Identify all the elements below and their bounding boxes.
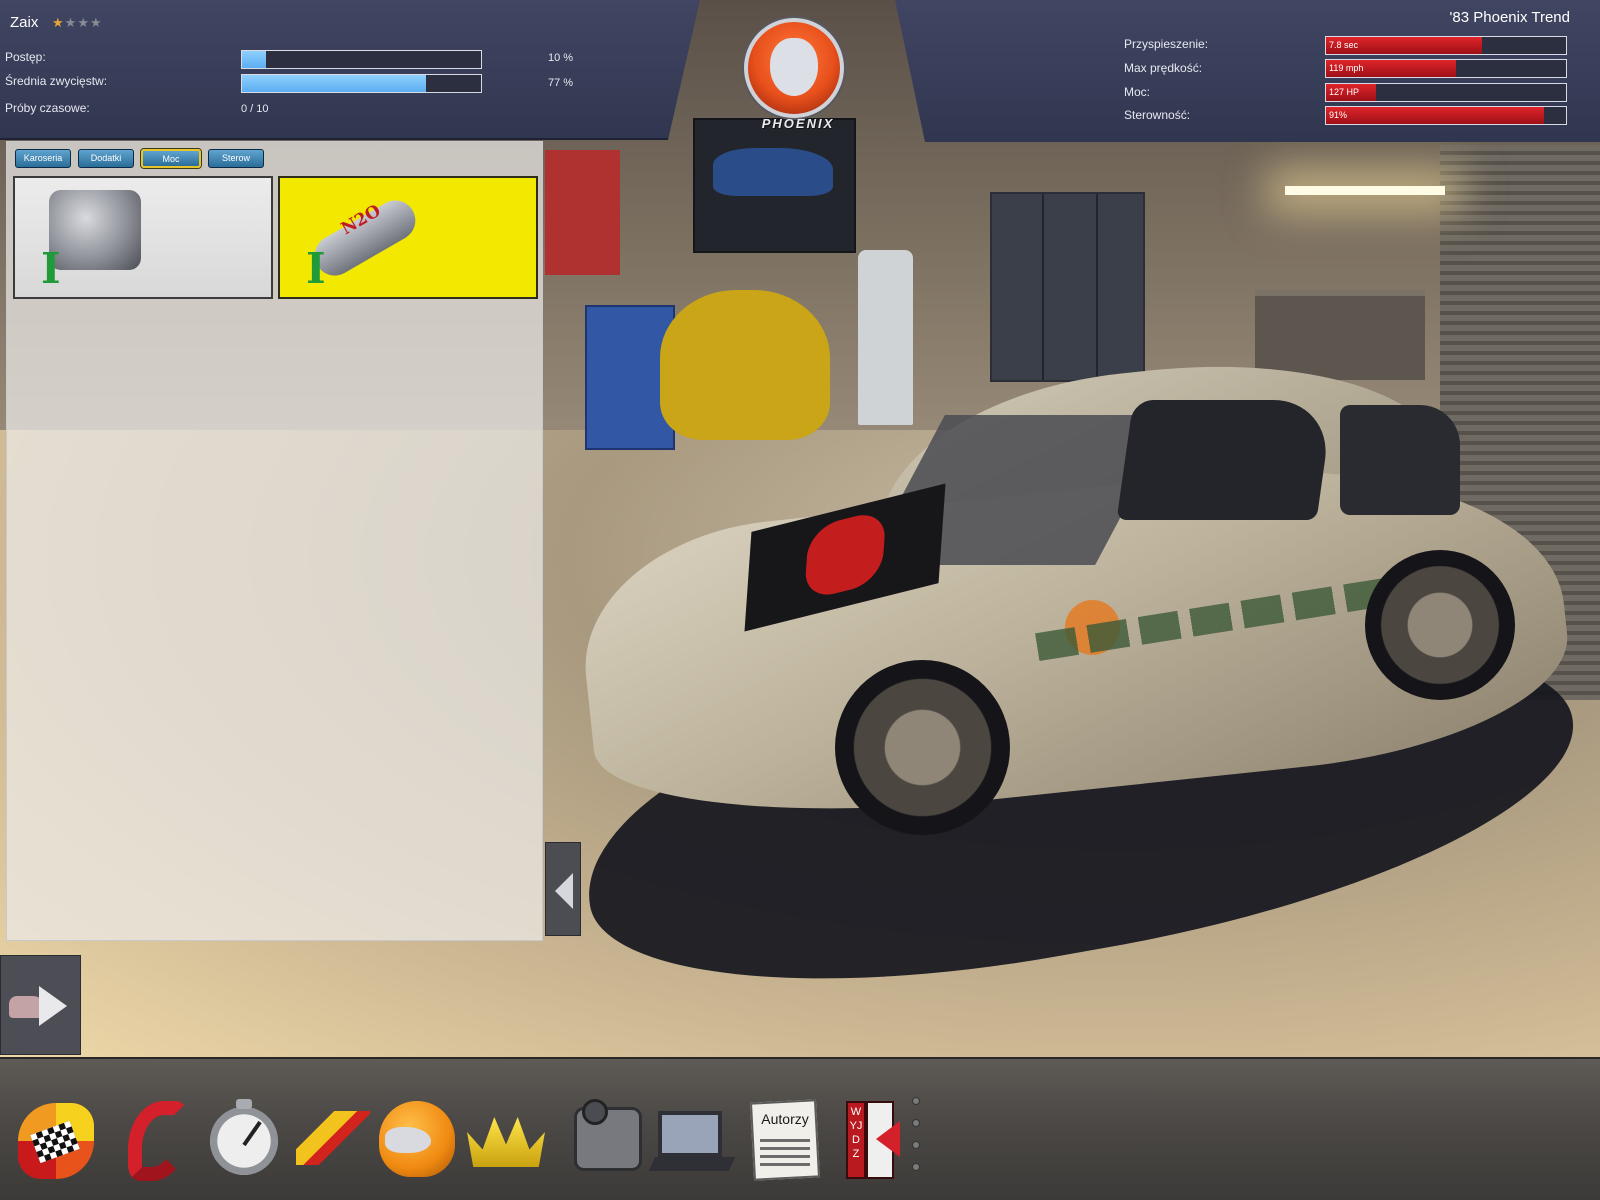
acceleration-bar: 7.8 sec [1325, 36, 1567, 55]
tuning-button[interactable] [290, 1097, 376, 1183]
pager-dot[interactable] [912, 1163, 920, 1171]
part-list: I N2O I [13, 176, 538, 299]
part-tier: I [41, 244, 61, 293]
player-stats-panel: Zaix ★ ★ ★ ★ Postęp: 10 % Średnia zwycię… [0, 0, 700, 140]
top-speed-value: 119 mph [1329, 63, 1364, 73]
handling-value: 91% [1329, 110, 1348, 120]
race-button[interactable] [12, 1097, 98, 1183]
crown-icon [467, 1117, 545, 1167]
top-speed-label: Max prędkość: [1124, 61, 1203, 75]
acceleration-label: Przyspieszenie: [1124, 37, 1209, 51]
toolbar-items: Autorzy WYJDZ [0, 1057, 1600, 1200]
leave-garage-button[interactable] [0, 955, 81, 1055]
front-wheel [835, 660, 1010, 835]
win-rate-bar-fill [242, 75, 427, 92]
options-button[interactable] [648, 1097, 738, 1183]
tab-extras[interactable]: Dodatki [78, 149, 134, 168]
phone-button[interactable] [120, 1097, 206, 1183]
phoenix-logo-icon [744, 18, 844, 118]
wall-poster [693, 118, 856, 253]
progress-bar [241, 50, 482, 69]
tab-handling[interactable]: Sterow [208, 149, 264, 168]
player-car [565, 340, 1578, 841]
rankings-button[interactable] [463, 1097, 549, 1183]
time-trials-label: Próby czasowe: [5, 101, 90, 115]
tab-power[interactable]: Moc [141, 149, 201, 168]
progress-value: 10 % [548, 52, 574, 64]
win-rate-bar [241, 74, 482, 93]
progress-label: Postęp: [5, 50, 46, 64]
time-trials-value: 0 / 10 [241, 103, 269, 115]
ceiling-lamp [1285, 186, 1445, 195]
win-rate-value: 77 % [548, 77, 574, 89]
time-trial-button[interactable] [204, 1097, 290, 1183]
garage-lockers [990, 192, 1145, 382]
progress-bar-fill [242, 51, 266, 68]
power-label: Moc: [1124, 85, 1151, 99]
handling-bar: 91% [1325, 106, 1567, 125]
collapse-panel-button[interactable] [545, 842, 581, 936]
star-icon: ★ [77, 15, 89, 30]
star-icon: ★ [64, 15, 77, 30]
pager-dot[interactable] [912, 1097, 920, 1105]
part-tier: I [306, 244, 326, 293]
top-speed-bar: 119 mph [1325, 59, 1567, 78]
driver-profile-button[interactable] [375, 1097, 461, 1183]
replay-button[interactable] [568, 1097, 654, 1183]
car-name: '83 Phoenix Trend [1449, 9, 1570, 26]
handling-label: Sterowność: [1124, 108, 1191, 122]
engine-icon [49, 190, 141, 270]
tab-body[interactable]: Karoseria [15, 149, 71, 168]
power-bar: 127 HP [1325, 83, 1567, 102]
tool-board [545, 150, 620, 275]
pager-dot[interactable] [912, 1119, 920, 1127]
win-rate-label: Średnia zwycięstw: [5, 74, 108, 88]
star-icon: ★ [89, 15, 102, 30]
part-card-engine[interactable]: I [13, 176, 273, 299]
tuning-icon [296, 1111, 370, 1165]
toolbar-pager [912, 1097, 922, 1185]
laptop-icon [658, 1111, 722, 1157]
power-value: 127 HP [1329, 87, 1360, 97]
player-name: Zaix [10, 14, 39, 31]
part-card-nitro[interactable]: N2O I [278, 176, 538, 299]
brand-name: PHOENIX [761, 116, 835, 131]
handling-bar-fill [1326, 107, 1545, 124]
upgrade-tabs: Karoseria Dodatki Moc Sterow [15, 149, 264, 168]
upgrade-panel: Karoseria Dodatki Moc Sterow I N2O I [6, 141, 543, 941]
phone-icon [128, 1101, 188, 1181]
player-rank-stars: ★ ★ ★ ★ [52, 16, 102, 29]
star-icon: ★ [52, 15, 64, 30]
credits-label: Autorzy [761, 1111, 809, 1127]
chevron-left-icon [555, 873, 573, 909]
rear-wheel [1365, 550, 1515, 700]
exit-label: WYJDZ [849, 1106, 863, 1160]
credits-button[interactable]: Autorzy [744, 1097, 830, 1183]
acceleration-value: 7.8 sec [1329, 40, 1359, 50]
car-exit-icon [9, 986, 71, 1026]
pager-dot[interactable] [912, 1141, 920, 1149]
